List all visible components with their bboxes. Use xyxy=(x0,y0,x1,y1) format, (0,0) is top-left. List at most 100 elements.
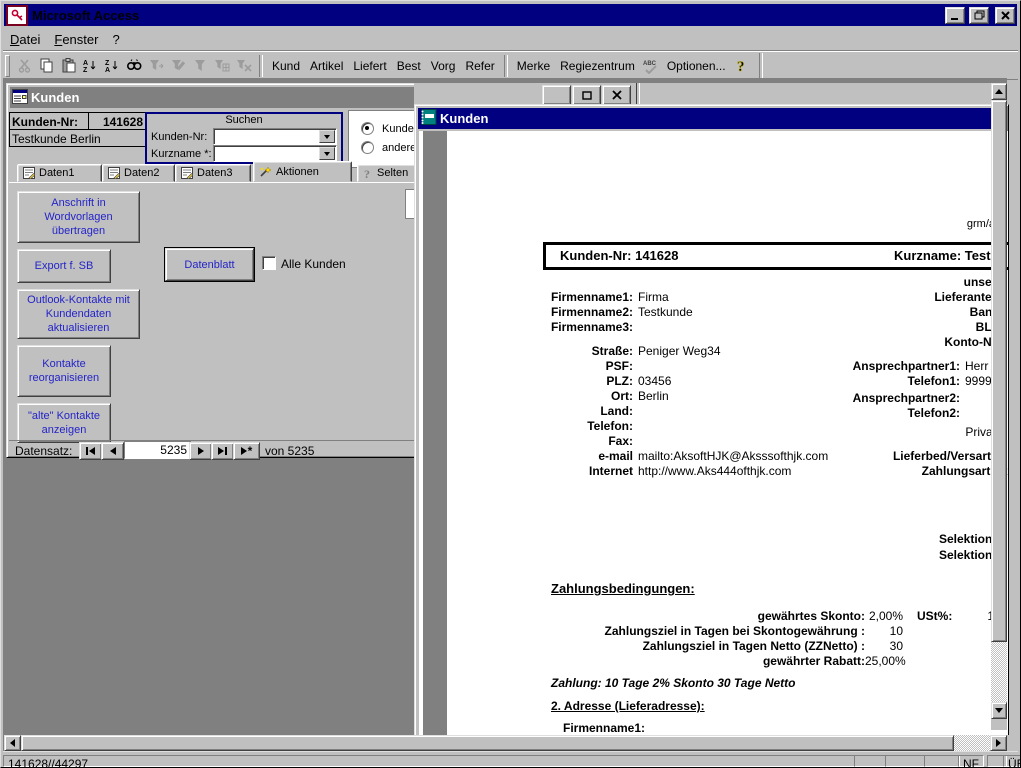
report-field-row: Firmenname1:Firma xyxy=(415,290,1008,305)
datenblatt-button[interactable]: Datenblatt xyxy=(165,248,254,281)
first-record-button[interactable] xyxy=(79,442,102,460)
status-ueb-indicator: ÜB xyxy=(1003,755,1021,767)
help-icon[interactable]: ? xyxy=(731,55,753,77)
application-window: Microsoft Access Datei Fenster ? AZ ZA K… xyxy=(0,0,1021,768)
fragment-restore-button[interactable] xyxy=(572,85,601,105)
toolbar-separator xyxy=(504,55,508,77)
menu-fenster[interactable]: Fenster xyxy=(47,30,105,49)
toolbar-button-kund[interactable]: Kund xyxy=(267,56,305,76)
form-sheet-icon xyxy=(23,167,35,179)
search-kundennr-input[interactable] xyxy=(216,130,320,143)
report-header-kurzname: Kurzname: Testku xyxy=(894,248,1006,263)
report-field-row: Ansprechpartner1:Herr K xyxy=(415,359,1008,374)
next-record-button[interactable] xyxy=(189,442,212,460)
toolbar-button-optionen[interactable]: Optionen... xyxy=(662,56,731,76)
toolbar-button-artikel[interactable]: Artikel xyxy=(305,56,348,76)
form-window-title: Kunden xyxy=(31,90,79,105)
payment-row: gewährter Rabatt:25,00% xyxy=(415,654,1008,669)
vertical-scrollbar-thumb[interactable] xyxy=(991,100,1007,642)
radio-andere[interactable] xyxy=(361,141,374,154)
toolbar-button-refer[interactable]: Refer xyxy=(460,56,499,76)
remove-filter-icon[interactable] xyxy=(233,55,255,77)
toolbar-button-regiezentrum[interactable]: Regiezentrum xyxy=(555,56,640,76)
tab-aktionen[interactable]: Aktionen xyxy=(253,161,352,182)
report-field-row: Zahlungsart:R xyxy=(415,464,1008,479)
tab-daten1[interactable]: Daten1 xyxy=(17,164,102,182)
alte-kontakte-button[interactable]: "alte" Kontakte anzeigen xyxy=(17,403,111,443)
kontakte-reorganisieren-button[interactable]: Kontakte reorganisieren xyxy=(17,345,111,397)
status-message: 141628//44297 xyxy=(3,755,855,767)
zahlung-summary: Zahlung: 10 Tage 2% Skonto 30 Tage Netto xyxy=(551,676,795,690)
toolbar: AZ ZA Kund Artikel Liefert Best Vorg Ref… xyxy=(3,51,1018,80)
cut-icon[interactable] xyxy=(13,55,35,77)
search-kurzname-dropdown[interactable] xyxy=(319,147,335,160)
alte-kontakte-button-label: "alte" Kontakte anzeigen xyxy=(18,409,110,437)
tab-daten2-label: Daten2 xyxy=(124,167,159,179)
toolbar-button-merke[interactable]: Merke xyxy=(512,56,555,76)
fragment-close-button[interactable] xyxy=(602,85,631,105)
menu-datei[interactable]: Datei xyxy=(3,30,47,49)
outlook-update-button[interactable]: Outlook-Kontakte mit Kundendaten aktuali… xyxy=(17,289,140,339)
status-cell xyxy=(885,755,925,767)
filter-excluding-selection-icon[interactable] xyxy=(211,55,233,77)
alle-kunden-checkbox[interactable] xyxy=(262,256,276,270)
filter-by-form-icon[interactable] xyxy=(167,55,189,77)
apply-filter-icon[interactable] xyxy=(189,55,211,77)
vertical-scrollbar-track[interactable] xyxy=(991,642,1007,702)
export-sb-button[interactable]: Export f. SB xyxy=(17,249,111,283)
toolbar-button-best[interactable]: Best xyxy=(392,56,426,76)
previous-record-button[interactable] xyxy=(101,442,124,460)
spelling-icon[interactable]: ABC xyxy=(640,55,662,77)
status-cell xyxy=(924,755,960,767)
horizontal-scrollbar-track[interactable] xyxy=(954,735,990,751)
filter-by-selection-icon[interactable] xyxy=(145,55,167,77)
toolbar-button-liefert[interactable]: Liefert xyxy=(348,56,391,76)
tab-daten3[interactable]: Daten3 xyxy=(175,164,251,182)
search-kurzname-combo[interactable] xyxy=(213,145,337,162)
scrollbar-corner xyxy=(1007,735,1021,751)
new-record-button[interactable]: * xyxy=(233,442,260,460)
toolbar-button-vorg[interactable]: Vorg xyxy=(426,56,461,76)
horizontal-scrollbar-thumb[interactable] xyxy=(21,735,954,751)
paste-icon[interactable] xyxy=(57,55,79,77)
status-nf-indicator: NF xyxy=(958,755,984,767)
close-button[interactable] xyxy=(995,7,1015,24)
search-kundennr-combo[interactable] xyxy=(213,128,337,145)
radio-kunde[interactable] xyxy=(361,122,374,135)
report-window-kunden: Kunden grm/aks Kunden-Nr: 141628 Kurznam… xyxy=(414,104,1009,737)
payment-row: Zahlungsziel in Tagen Netto (ZZNetto) :3… xyxy=(415,639,1008,654)
tab-selten-label: Selten xyxy=(377,167,408,179)
fragment-minimize-button[interactable] xyxy=(542,85,571,105)
svg-text:?: ? xyxy=(364,167,370,180)
tab-daten2[interactable]: Daten2 xyxy=(102,164,175,182)
report-field-row: Lieferbed/Versart: xyxy=(415,449,1008,464)
payment-row: gewährtes Skonto:2,00%USt%:16, xyxy=(415,609,1008,624)
sort-descending-icon[interactable]: ZA xyxy=(101,55,123,77)
find-icon[interactable] xyxy=(123,55,145,77)
mdi-workspace: Kunden Kunden-Nr: 141628 Testkunde Berli… xyxy=(3,78,1007,751)
search-kundennr-dropdown[interactable] xyxy=(319,130,335,143)
report-field-row: Firmenname2:Testkunde xyxy=(415,305,1008,320)
scroll-down-button[interactable] xyxy=(991,702,1007,719)
record-navigator-label: Datensatz: xyxy=(15,444,72,458)
last-record-button[interactable] xyxy=(211,442,234,460)
menu-hilfe[interactable]: ? xyxy=(105,30,126,49)
scroll-left-button[interactable] xyxy=(4,735,21,751)
word-export-button[interactable]: Anschrift in Wordvorlagen übertragen xyxy=(17,191,140,243)
sort-ascending-icon[interactable]: AZ xyxy=(79,55,101,77)
report-field-row: Telefon2: xyxy=(415,406,1008,421)
access-app-icon xyxy=(6,5,28,26)
form-sheet-icon xyxy=(108,167,120,179)
copy-icon[interactable] xyxy=(35,55,57,77)
scroll-up-button[interactable] xyxy=(991,83,1007,100)
suchen-title: Suchen xyxy=(147,114,341,127)
restore-button[interactable] xyxy=(969,7,989,24)
search-kurzname-input[interactable] xyxy=(216,147,320,160)
status-cell xyxy=(854,755,886,767)
current-record-input[interactable] xyxy=(124,441,192,459)
radio-kunde-label: Kunde xyxy=(382,123,414,135)
minimize-button[interactable] xyxy=(945,7,965,24)
scroll-right-button[interactable] xyxy=(990,735,1007,751)
toolbar-grip[interactable] xyxy=(5,55,10,77)
tab-daten1-label: Daten1 xyxy=(39,167,74,179)
